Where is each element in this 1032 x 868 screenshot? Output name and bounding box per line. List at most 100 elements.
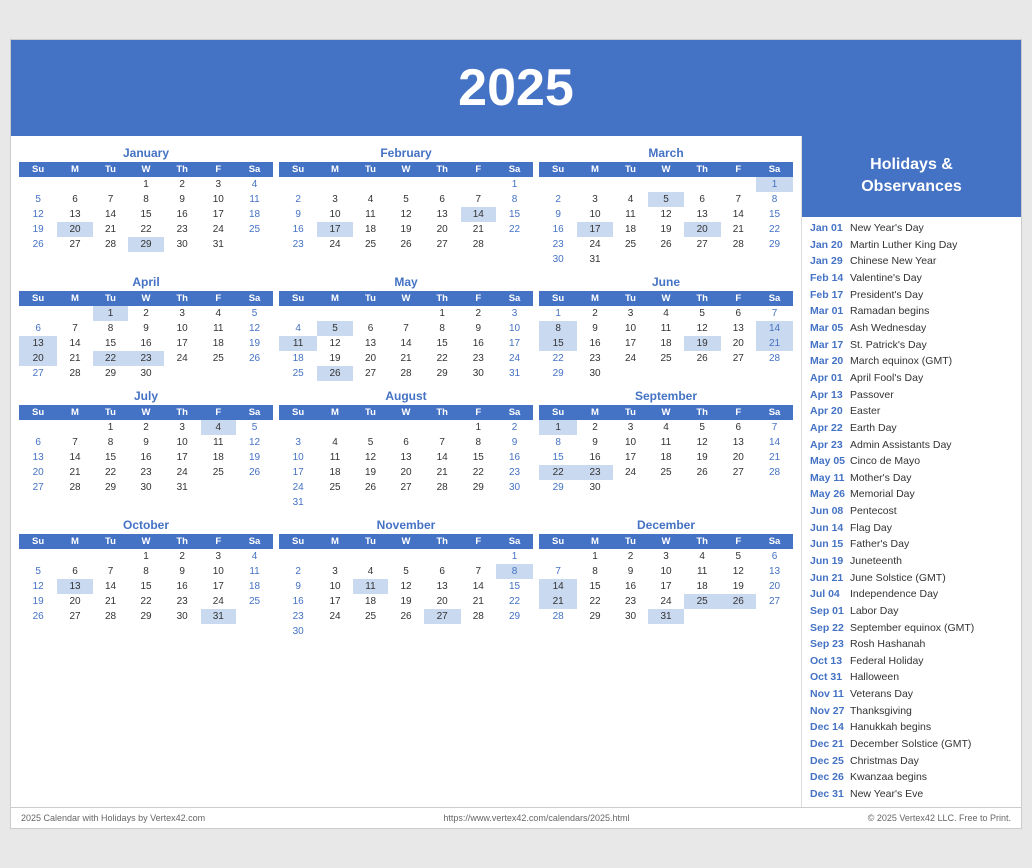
table-cell: 13 — [19, 336, 57, 351]
list-item: Dec 21December Solstice (GMT) — [810, 737, 1013, 754]
table-cell: 14 — [721, 207, 757, 222]
holiday-date: Jun 19 — [810, 555, 846, 569]
table-cell — [648, 177, 684, 192]
table-cell — [388, 177, 424, 192]
table-cell: 17 — [496, 336, 533, 351]
table-cell: 6 — [424, 192, 461, 207]
table-cell: 17 — [613, 336, 649, 351]
table-cell: 8 — [496, 564, 533, 579]
table-cell — [236, 480, 273, 495]
holiday-date: Apr 20 — [810, 405, 846, 419]
table-cell: 9 — [128, 435, 164, 450]
table-cell: 27 — [19, 366, 57, 381]
table-cell: 5 — [721, 549, 757, 564]
table-cell — [201, 480, 237, 495]
table-cell: 25 — [353, 237, 389, 252]
table-cell: 24 — [317, 609, 353, 624]
table-cell: 8 — [93, 321, 129, 336]
table-cell: 22 — [496, 594, 533, 609]
table-cell: 22 — [93, 351, 129, 366]
col-tu: Tu — [613, 534, 649, 549]
table-cell: 8 — [756, 192, 793, 207]
table-cell: 2 — [164, 177, 201, 192]
col-th: Th — [424, 405, 461, 420]
month-title-october: October — [19, 518, 273, 532]
holiday-date: Jan 01 — [810, 222, 846, 236]
table-cell: 21 — [388, 351, 424, 366]
list-item: May 05Cinco de Mayo — [810, 454, 1013, 471]
table-cell — [496, 495, 533, 510]
table-cell: 25 — [648, 465, 684, 480]
table-cell: 20 — [721, 336, 757, 351]
table-cell: 1 — [496, 177, 533, 192]
holiday-date: Sep 22 — [810, 622, 846, 636]
table-cell: 14 — [461, 579, 497, 594]
table-cell: 9 — [613, 564, 649, 579]
month-may: May Su M Tu W Th F Sa — [279, 275, 533, 381]
table-cell — [424, 177, 461, 192]
table-cell: 26 — [236, 351, 273, 366]
holiday-name: St. Patrick's Day — [850, 339, 927, 353]
table-cell: 23 — [279, 237, 317, 252]
month-october: October Su M Tu W Th F Sa — [19, 518, 273, 639]
table-cell: 8 — [461, 435, 497, 450]
table-cell: 1 — [461, 420, 497, 435]
table-cell — [317, 495, 353, 510]
col-w: W — [128, 405, 164, 420]
table-cell: 6 — [388, 435, 424, 450]
table-cell: 20 — [57, 594, 93, 609]
col-sa: Sa — [756, 162, 793, 177]
table-cell: 14 — [388, 336, 424, 351]
holiday-date: Dec 21 — [810, 738, 846, 752]
table-cell: 31 — [201, 609, 237, 624]
table-cell: 20 — [424, 222, 461, 237]
table-cell: 6 — [756, 549, 793, 564]
table-cell: 9 — [577, 321, 613, 336]
table-cell: 22 — [756, 222, 793, 237]
table-cell: 23 — [461, 351, 497, 366]
holiday-date: Jul 04 — [810, 588, 846, 602]
table-cell: 26 — [648, 237, 684, 252]
col-tu: Tu — [613, 405, 649, 420]
col-th: Th — [684, 534, 721, 549]
holiday-name: April Fool's Day — [850, 372, 923, 386]
table-cell: 19 — [236, 450, 273, 465]
holidays-section: Holidays &Observances Jan 01New Year's D… — [801, 136, 1021, 807]
table-cell: 30 — [279, 624, 317, 639]
table-cell: 15 — [539, 450, 577, 465]
table-cell — [684, 177, 721, 192]
list-item: Oct 13Federal Holiday — [810, 653, 1013, 670]
table-cell: 10 — [613, 321, 649, 336]
holiday-name: Easter — [850, 405, 880, 419]
table-cell: 24 — [496, 351, 533, 366]
table-cell: 4 — [201, 420, 237, 435]
table-cell — [353, 549, 389, 564]
col-th: Th — [424, 291, 461, 306]
holiday-name: June Solstice (GMT) — [850, 572, 946, 586]
table-cell: 9 — [128, 321, 164, 336]
col-w: W — [648, 405, 684, 420]
table-cell — [648, 366, 684, 381]
table-cell — [388, 306, 424, 321]
table-cell: 29 — [93, 366, 129, 381]
table-cell: 29 — [128, 237, 164, 252]
table-cell: 5 — [236, 420, 273, 435]
table-cell: 18 — [648, 450, 684, 465]
col-w: W — [648, 534, 684, 549]
list-item: Apr 13Passover — [810, 387, 1013, 404]
table-cell: 17 — [613, 450, 649, 465]
col-tu: Tu — [93, 162, 129, 177]
table-cell: 15 — [93, 336, 129, 351]
table-cell: 29 — [756, 237, 793, 252]
list-item: Jun 15Father's Day — [810, 537, 1013, 554]
table-cell: 11 — [684, 564, 721, 579]
table-cell: 12 — [684, 321, 721, 336]
table-cell: 19 — [19, 222, 57, 237]
cal-table-april: Su M Tu W Th F Sa 1 — [19, 291, 273, 381]
table-cell: 3 — [317, 192, 353, 207]
footer-center: https://www.vertex42.com/calendars/2025.… — [443, 813, 629, 823]
month-title-may: May — [279, 275, 533, 289]
table-cell: 27 — [756, 594, 793, 609]
table-cell: 20 — [353, 351, 389, 366]
table-cell: 13 — [721, 435, 757, 450]
